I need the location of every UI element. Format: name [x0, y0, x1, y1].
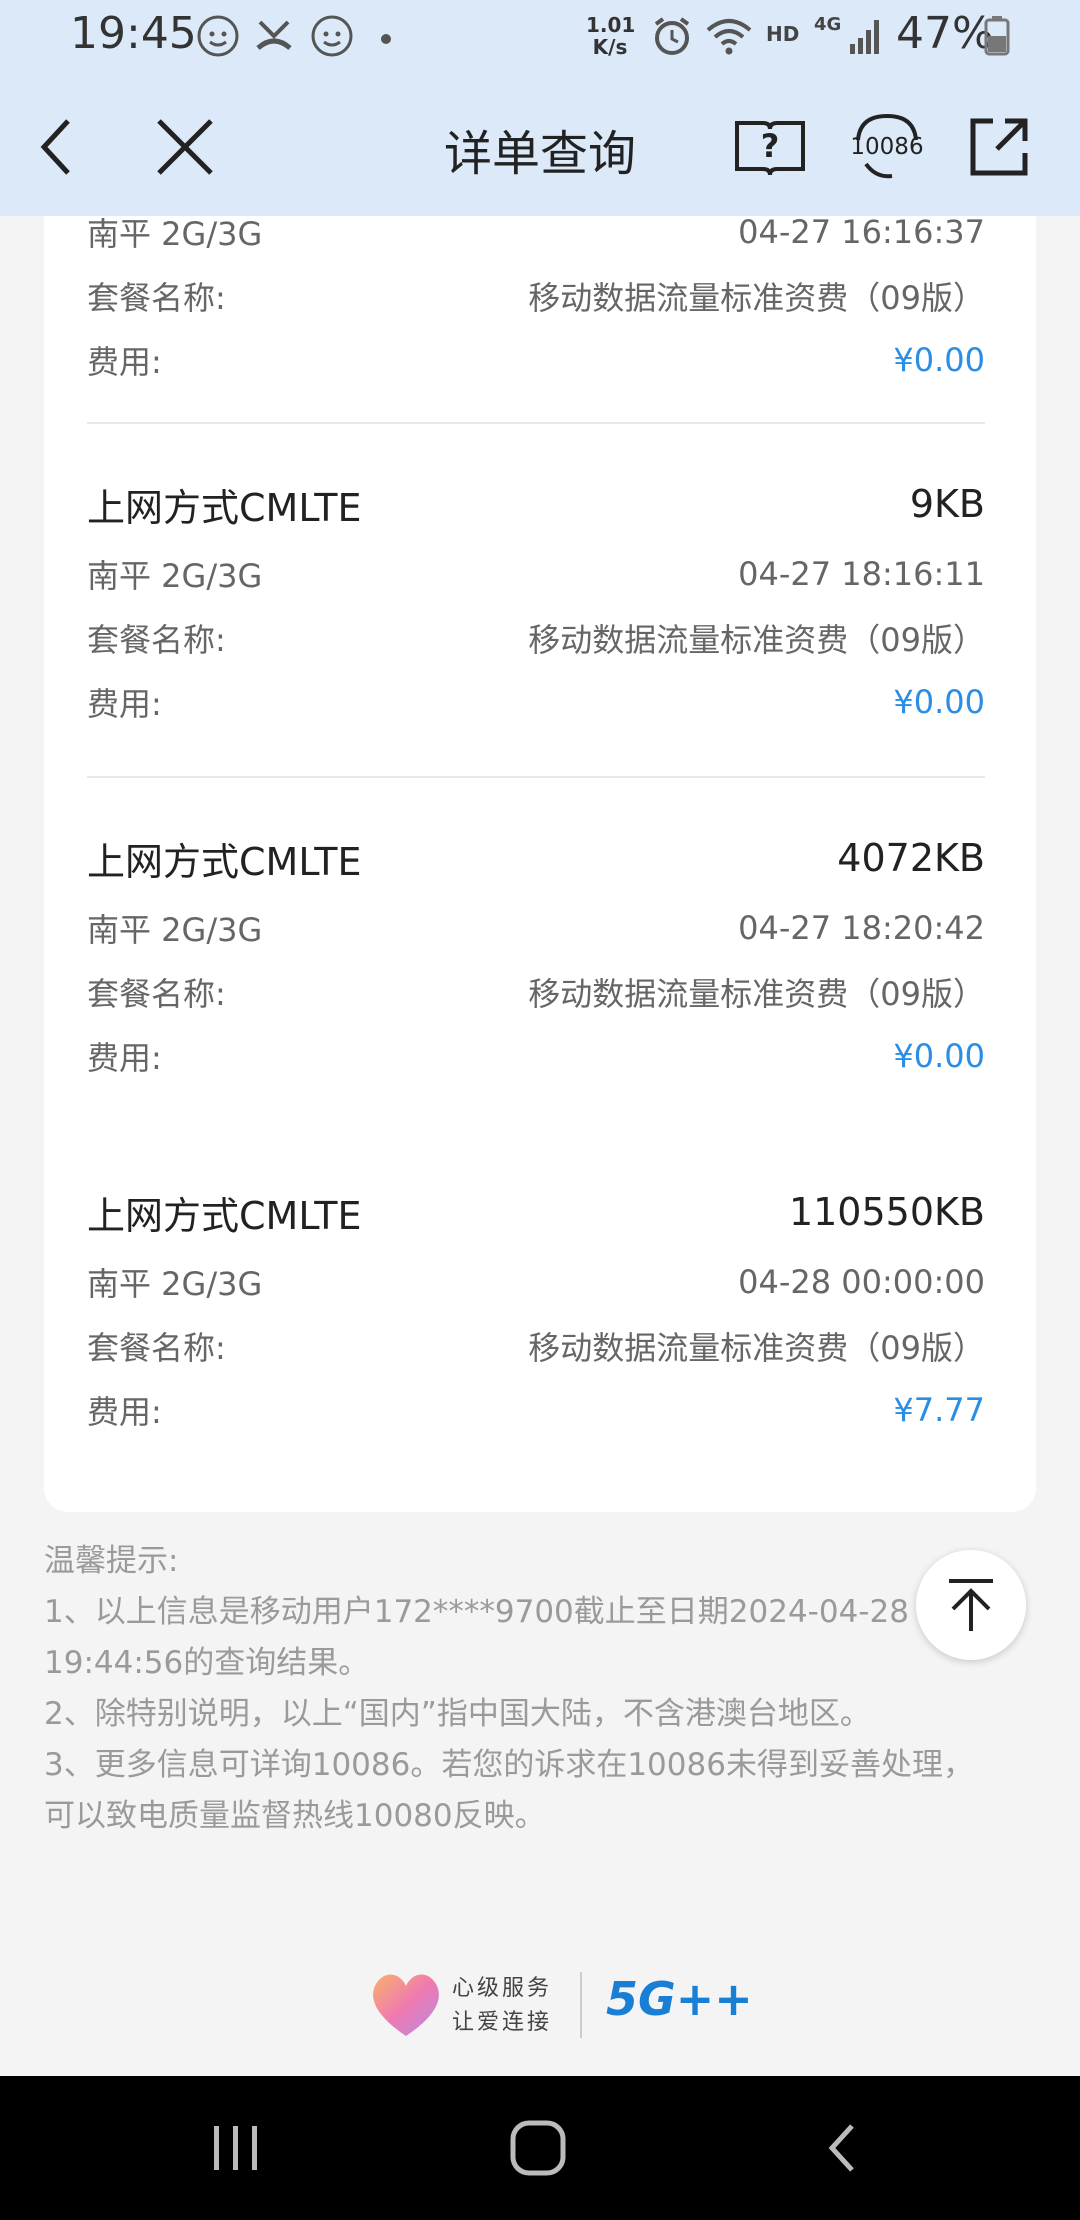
help-button[interactable]: ?	[732, 110, 808, 184]
record-time: 04-27 18:20:42	[738, 909, 985, 947]
battery-icon	[984, 14, 1010, 62]
record-package: 移动数据流量标准资费（09版）	[528, 279, 985, 317]
hd-label: HD	[766, 22, 800, 46]
tips-line: 3、更多信息可详询10086。若您的诉求在10086未得到妥善处理，	[44, 1747, 974, 1783]
record-package: 移动数据流量标准资费（09版）	[528, 975, 985, 1013]
divider	[87, 422, 985, 424]
avatar-app-icon	[196, 14, 240, 62]
record-location: 南平 2G/3G	[87, 215, 263, 253]
svg-text:?: ?	[761, 127, 780, 165]
record-location: 南平 2G/3G	[87, 557, 263, 595]
recent-apps-icon	[214, 2126, 257, 2170]
system-nav-bar	[0, 2076, 1080, 2220]
net-speed: 1.01 K/s	[586, 13, 636, 59]
back-to-top-button[interactable]	[916, 1550, 1026, 1660]
tips-line: 1、以上信息是移动用户172****9700截止至日期2024-04-28	[44, 1594, 909, 1630]
home-icon	[510, 2120, 566, 2176]
customer-service-button[interactable]: 10086	[846, 110, 928, 184]
record-fee-label: 费用:	[87, 685, 162, 723]
record-package: 移动数据流量标准资费（09版）	[528, 1329, 985, 1367]
record-package-label: 套餐名称:	[87, 279, 226, 317]
tips-line: 19:44:56的查询结果。	[44, 1645, 370, 1681]
avatar-app-icon-2	[310, 14, 354, 62]
record-amount: 4072KB	[837, 836, 985, 880]
record-fee-label: 费用:	[87, 343, 162, 381]
arrow-up-to-top-icon	[949, 1579, 993, 1631]
headset-icon: 10086	[850, 113, 924, 179]
record-type: 上网方式CMLTE	[87, 839, 362, 884]
alarm-icon	[650, 14, 694, 62]
nav-back-button[interactable]	[802, 2116, 882, 2180]
record-fee: ¥0.00	[893, 1037, 985, 1075]
missed-call-icon	[254, 14, 294, 62]
status-bar: 19:45 1.01 K/s HD 4G 47%	[0, 0, 1080, 76]
top-bar: 19:45 1.01 K/s HD 4G 47% 详单查询 ? 10086	[0, 0, 1080, 216]
svg-text:10086: 10086	[850, 134, 923, 160]
heart-logo-icon	[373, 1974, 439, 2036]
divider	[87, 776, 985, 778]
share-button[interactable]	[962, 110, 1036, 184]
record-time: 04-27 16:16:37	[738, 213, 985, 251]
tips-line: 可以致电质量监督热线10080反映。	[44, 1798, 546, 1834]
record-amount: 110550KB	[788, 1190, 985, 1234]
recent-apps-button[interactable]	[196, 2116, 276, 2180]
slogan: 心级服务 让爱连接	[452, 1976, 553, 2035]
record-fee: ¥0.00	[893, 341, 985, 379]
record-location: 南平 2G/3G	[87, 1265, 263, 1303]
record-fee: ¥7.77	[893, 1391, 985, 1429]
record-fee-label: 费用:	[87, 1393, 162, 1431]
record-time: 04-27 18:16:11	[738, 555, 985, 593]
record-package-label: 套餐名称:	[87, 975, 226, 1013]
footer-brand-logo: 心级服务 让爱连接 5G++	[366, 1964, 753, 2048]
record-amount: 9KB	[909, 482, 985, 526]
net-type: 4G	[814, 14, 842, 35]
nav-back-icon	[828, 2124, 854, 2172]
tips-line: 2、除特别说明，以上“国内”指中国大陆，不含港澳台地区。	[44, 1696, 871, 1732]
wifi-icon	[704, 14, 754, 62]
record-type: 上网方式CMLTE	[87, 485, 362, 530]
record-package: 移动数据流量标准资费（09版）	[528, 621, 985, 659]
tips-section: 温馨提示: 1、以上信息是移动用户172****9700截止至日期2024-04…	[44, 1536, 1024, 1842]
battery-percent: 47%	[896, 8, 994, 59]
record-package-label: 套餐名称:	[87, 1329, 226, 1367]
logo-divider	[580, 1972, 582, 2038]
record-package-label: 套餐名称:	[87, 621, 226, 659]
5g-plus-logo: 5G++	[606, 1972, 753, 2026]
status-time: 19:45	[70, 8, 197, 59]
signal-icon	[848, 14, 884, 62]
help-book-icon: ?	[735, 121, 805, 176]
record-location: 南平 2G/3G	[87, 911, 263, 949]
record-fee-label: 费用:	[87, 1039, 162, 1077]
tips-title: 温馨提示:	[44, 1543, 179, 1579]
more-notifications-dot-icon	[380, 30, 392, 49]
home-button[interactable]	[498, 2116, 578, 2180]
detail-records-card: 南平 2G/3G 04-27 16:16:37 套餐名称: 移动数据流量标准资费…	[44, 213, 1036, 1512]
share-external-icon	[970, 118, 1028, 176]
app-header: 详单查询 ? 10086	[0, 76, 1080, 216]
record-fee: ¥0.00	[893, 683, 985, 721]
record-time: 04-28 00:00:00	[738, 1263, 985, 1301]
record-type: 上网方式CMLTE	[87, 1193, 362, 1238]
